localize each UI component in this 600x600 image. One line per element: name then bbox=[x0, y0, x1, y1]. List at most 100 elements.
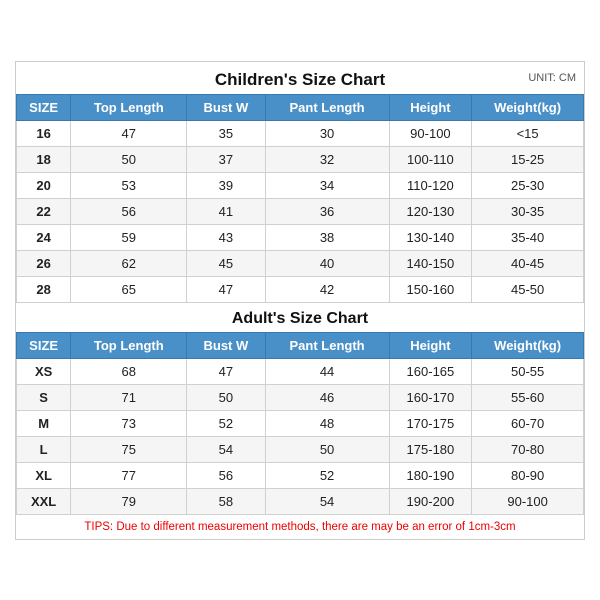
table-cell: 60-70 bbox=[472, 410, 584, 436]
table-cell: 37 bbox=[187, 146, 265, 172]
children-col-bust: Bust W bbox=[187, 94, 265, 120]
table-row: M735248170-17560-70 bbox=[17, 410, 584, 436]
table-cell: 54 bbox=[187, 436, 265, 462]
table-row: 18503732100-11015-25 bbox=[17, 146, 584, 172]
table-cell: 77 bbox=[71, 462, 187, 488]
children-tbody: 1647353090-100<1518503732100-11015-25205… bbox=[17, 120, 584, 302]
table-cell: 59 bbox=[71, 224, 187, 250]
table-cell: 53 bbox=[71, 172, 187, 198]
table-cell: 47 bbox=[187, 358, 265, 384]
table-cell: 140-150 bbox=[389, 250, 472, 276]
table-cell: 58 bbox=[187, 488, 265, 514]
table-cell: 75 bbox=[71, 436, 187, 462]
table-cell: 50 bbox=[265, 436, 389, 462]
table-cell: 40-45 bbox=[472, 250, 584, 276]
table-cell: 180-190 bbox=[389, 462, 472, 488]
adults-col-weight: Weight(kg) bbox=[472, 332, 584, 358]
table-cell: 39 bbox=[187, 172, 265, 198]
table-cell: 50 bbox=[71, 146, 187, 172]
table-cell: 48 bbox=[265, 410, 389, 436]
adults-col-bust: Bust W bbox=[187, 332, 265, 358]
adults-col-height: Height bbox=[389, 332, 472, 358]
table-cell: 41 bbox=[187, 198, 265, 224]
table-cell: 28 bbox=[17, 276, 71, 302]
table-row: XS684744160-16550-55 bbox=[17, 358, 584, 384]
table-cell: 50-55 bbox=[472, 358, 584, 384]
children-col-top-length: Top Length bbox=[71, 94, 187, 120]
table-cell: 36 bbox=[265, 198, 389, 224]
table-cell: 47 bbox=[71, 120, 187, 146]
table-cell: 73 bbox=[71, 410, 187, 436]
table-row: XL775652180-19080-90 bbox=[17, 462, 584, 488]
table-cell: 70-80 bbox=[472, 436, 584, 462]
table-row: S715046160-17055-60 bbox=[17, 384, 584, 410]
table-cell: 55-60 bbox=[472, 384, 584, 410]
table-cell: 43 bbox=[187, 224, 265, 250]
table-cell: 50 bbox=[187, 384, 265, 410]
table-cell: 150-160 bbox=[389, 276, 472, 302]
table-cell: XL bbox=[17, 462, 71, 488]
table-cell: 35 bbox=[187, 120, 265, 146]
table-cell: 26 bbox=[17, 250, 71, 276]
table-cell: 42 bbox=[265, 276, 389, 302]
adults-col-size: SIZE bbox=[17, 332, 71, 358]
children-col-weight: Weight(kg) bbox=[472, 94, 584, 120]
table-row: 1647353090-100<15 bbox=[17, 120, 584, 146]
table-cell: 130-140 bbox=[389, 224, 472, 250]
table-row: 20533934110-12025-30 bbox=[17, 172, 584, 198]
table-cell: 62 bbox=[71, 250, 187, 276]
table-cell: 56 bbox=[71, 198, 187, 224]
adults-tbody: XS684744160-16550-55S715046160-17055-60M… bbox=[17, 358, 584, 514]
size-chart-container: Children's Size Chart UNIT: CM SIZE Top … bbox=[15, 61, 585, 540]
table-cell: 80-90 bbox=[472, 462, 584, 488]
table-cell: 120-130 bbox=[389, 198, 472, 224]
table-cell: 110-120 bbox=[389, 172, 472, 198]
table-cell: 44 bbox=[265, 358, 389, 384]
table-cell: 90-100 bbox=[472, 488, 584, 514]
table-row: L755450175-18070-80 bbox=[17, 436, 584, 462]
table-cell: S bbox=[17, 384, 71, 410]
adults-title-row: Adult's Size Chart bbox=[16, 303, 584, 332]
table-cell: 52 bbox=[187, 410, 265, 436]
table-cell: 24 bbox=[17, 224, 71, 250]
table-cell: 34 bbox=[265, 172, 389, 198]
table-cell: 160-170 bbox=[389, 384, 472, 410]
table-cell: 170-175 bbox=[389, 410, 472, 436]
children-title-row: Children's Size Chart UNIT: CM bbox=[16, 62, 584, 94]
table-row: XXL795854190-20090-100 bbox=[17, 488, 584, 514]
table-cell: 30 bbox=[265, 120, 389, 146]
table-cell: 32 bbox=[265, 146, 389, 172]
table-cell: 25-30 bbox=[472, 172, 584, 198]
table-cell: 38 bbox=[265, 224, 389, 250]
adults-header-row: SIZE Top Length Bust W Pant Length Heigh… bbox=[17, 332, 584, 358]
table-cell: 47 bbox=[187, 276, 265, 302]
table-cell: 68 bbox=[71, 358, 187, 384]
table-cell: 175-180 bbox=[389, 436, 472, 462]
table-cell: 40 bbox=[265, 250, 389, 276]
table-cell: XXL bbox=[17, 488, 71, 514]
adults-col-top-length: Top Length bbox=[71, 332, 187, 358]
table-cell: 90-100 bbox=[389, 120, 472, 146]
table-row: 28654742150-16045-50 bbox=[17, 276, 584, 302]
tips-text: TIPS: Due to different measurement metho… bbox=[84, 521, 515, 533]
table-cell: 71 bbox=[71, 384, 187, 410]
table-cell: 56 bbox=[187, 462, 265, 488]
table-cell: 54 bbox=[265, 488, 389, 514]
table-cell: 100-110 bbox=[389, 146, 472, 172]
children-col-pant-length: Pant Length bbox=[265, 94, 389, 120]
adults-table: SIZE Top Length Bust W Pant Length Heigh… bbox=[16, 332, 584, 515]
table-cell: 30-35 bbox=[472, 198, 584, 224]
table-cell: 16 bbox=[17, 120, 71, 146]
table-cell: 190-200 bbox=[389, 488, 472, 514]
table-cell: 79 bbox=[71, 488, 187, 514]
children-col-size: SIZE bbox=[17, 94, 71, 120]
table-cell: 18 bbox=[17, 146, 71, 172]
children-title: Children's Size Chart bbox=[215, 70, 385, 89]
table-cell: 20 bbox=[17, 172, 71, 198]
table-cell: 45 bbox=[187, 250, 265, 276]
adults-col-pant-length: Pant Length bbox=[265, 332, 389, 358]
table-cell: <15 bbox=[472, 120, 584, 146]
adults-title: Adult's Size Chart bbox=[232, 310, 368, 327]
children-col-height: Height bbox=[389, 94, 472, 120]
table-cell: 15-25 bbox=[472, 146, 584, 172]
